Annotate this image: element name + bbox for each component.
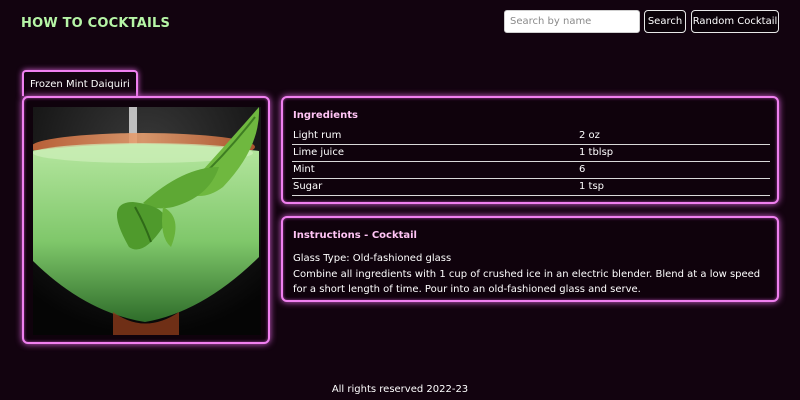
ingredient-name: Sugar: [292, 178, 578, 196]
ingredient-measure: 2 oz: [578, 127, 770, 145]
instructions-title: Instructions - Cocktail: [293, 230, 417, 241]
ingredients-table: Light rum 2 oz Lime juice 1 tblsp Mint 6…: [292, 127, 770, 196]
table-row: Sugar 1 tsp: [292, 178, 770, 196]
image-panel: [22, 96, 270, 344]
search-button[interactable]: Search: [644, 10, 686, 33]
ingredient-name: Lime juice: [292, 144, 578, 162]
table-row: Light rum 2 oz: [292, 127, 770, 145]
ingredient-measure: 1 tblsp: [578, 144, 770, 162]
instructions-body: Combine all ingredients with 1 cup of cr…: [293, 268, 761, 296]
instructions-panel: Instructions - Cocktail Glass Type: Old-…: [281, 216, 779, 302]
ingredient-name: Light rum: [292, 127, 578, 145]
site-brand[interactable]: HOW TO COCKTAILS: [21, 16, 170, 31]
ingredients-title: Ingredients: [293, 110, 358, 121]
ingredient-measure: 6: [578, 161, 770, 179]
footer-text: All rights reserved 2022-23: [331, 384, 469, 395]
cocktail-image: [33, 107, 261, 335]
glass-type: Glass Type: Old-fashioned glass: [293, 253, 452, 264]
table-row: Lime juice 1 tblsp: [292, 144, 770, 162]
ingredients-panel: Ingredients Light rum 2 oz Lime juice 1 …: [281, 96, 779, 204]
ingredient-name: Mint: [292, 161, 578, 179]
ingredient-measure: 1 tsp: [578, 178, 770, 196]
search-input[interactable]: [504, 10, 640, 33]
cocktail-name-tab: Frozen Mint Daiquiri: [22, 70, 138, 96]
table-row: Mint 6: [292, 161, 770, 179]
random-cocktail-button[interactable]: Random Cocktail: [691, 10, 779, 33]
instructions-text: Glass Type: Old-fashioned glass Combine …: [293, 251, 771, 298]
